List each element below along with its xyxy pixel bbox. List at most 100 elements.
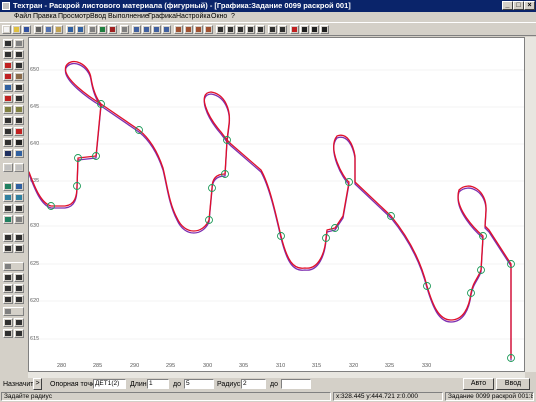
nest-auto-icon[interactable]: [14, 193, 24, 202]
open-file-icon[interactable]: [12, 25, 21, 34]
pen-icon[interactable]: [3, 138, 13, 147]
text-icon[interactable]: [14, 138, 24, 147]
tool-icon[interactable]: [14, 182, 24, 191]
save-file-icon[interactable]: [22, 25, 31, 34]
undo-left-icon[interactable]: [3, 163, 13, 172]
spray-icon[interactable]: [3, 127, 13, 136]
lead-in-icon[interactable]: [14, 204, 24, 213]
redo-icon[interactable]: [76, 25, 85, 34]
length-field[interactable]: 1: [147, 379, 169, 389]
paste-icon[interactable]: [54, 25, 63, 34]
assign-arrow-button[interactable]: >: [33, 378, 42, 390]
length-to-field[interactable]: 5: [184, 379, 214, 389]
contour-icon[interactable]: [3, 94, 13, 103]
mirror-icon[interactable]: [320, 25, 329, 34]
gear-icon[interactable]: [3, 182, 13, 191]
move-icon[interactable]: [300, 25, 309, 34]
slope-icon[interactable]: [14, 244, 24, 253]
circle-icon[interactable]: [3, 61, 13, 70]
angle-dropdown[interactable]: [3, 307, 24, 316]
cut-icon[interactable]: [34, 25, 43, 34]
curve-icon[interactable]: [14, 116, 24, 125]
point-tool-icon[interactable]: [256, 25, 265, 34]
menu-settings[interactable]: Настройка: [176, 12, 210, 22]
rotate-ccw-icon[interactable]: [3, 318, 13, 327]
points-icon[interactable]: [14, 39, 24, 48]
arc-icon[interactable]: [14, 83, 24, 92]
line-icon[interactable]: [3, 50, 13, 59]
undo-icon[interactable]: [66, 25, 75, 34]
view-3d-icon[interactable]: [174, 25, 183, 34]
path-order-icon[interactable]: [3, 215, 13, 224]
step-forward-icon[interactable]: [14, 295, 24, 304]
compensation-icon[interactable]: [3, 233, 13, 242]
print-icon[interactable]: [88, 25, 97, 34]
ref-point-field[interactable]: ДЕТ1(2): [93, 379, 126, 389]
polyline-icon[interactable]: [14, 50, 24, 59]
menu-window[interactable]: Окно: [211, 12, 227, 22]
view-side-icon[interactable]: [204, 25, 213, 34]
rotate-cw-icon[interactable]: [14, 318, 24, 327]
menu-file[interactable]: Файл: [14, 12, 31, 22]
grid-icon[interactable]: [120, 25, 129, 34]
step-back-icon[interactable]: [3, 295, 13, 304]
rectangle-icon[interactable]: [3, 72, 13, 81]
radius-to-field[interactable]: [281, 379, 311, 389]
drawing-canvas[interactable]: 650 645 640 635 630 625 620 615 280 285 …: [28, 37, 525, 372]
radius-field[interactable]: 2: [241, 379, 266, 389]
contour-tool-icon[interactable]: [246, 25, 255, 34]
auto-button[interactable]: Авто: [463, 378, 494, 390]
run-icon[interactable]: [98, 25, 107, 34]
stop-icon[interactable]: [108, 25, 117, 34]
zoom-window-icon[interactable]: [152, 25, 161, 34]
select-icon[interactable]: [278, 25, 287, 34]
minimize-button[interactable]: _: [502, 1, 513, 10]
enter-button[interactable]: Ввод: [496, 378, 530, 390]
flip-h-icon[interactable]: [3, 329, 13, 338]
circle-tool-icon[interactable]: [236, 25, 245, 34]
nest-icon[interactable]: [3, 193, 13, 202]
zoom-in-icon[interactable]: [132, 25, 141, 34]
close-button[interactable]: ×: [524, 1, 535, 10]
view-top-icon[interactable]: [184, 25, 193, 34]
table-icon[interactable]: [3, 105, 13, 114]
cut-path-icon[interactable]: [290, 25, 299, 34]
menu-graphics[interactable]: Графика: [148, 12, 176, 22]
menu-edit[interactable]: Правка: [33, 12, 57, 22]
edit-icon[interactable]: [3, 116, 13, 125]
sheet-icon[interactable]: [3, 83, 13, 92]
measure-icon[interactable]: [268, 25, 277, 34]
zoom-all-icon[interactable]: [162, 25, 171, 34]
new-file-icon[interactable]: [2, 25, 11, 34]
menu-input[interactable]: Ввод: [90, 12, 106, 22]
menu-view[interactable]: Просмотр: [58, 12, 90, 22]
path-view-icon[interactable]: [14, 215, 24, 224]
menu-help[interactable]: ?: [231, 12, 235, 22]
redo-left-icon[interactable]: [14, 163, 24, 172]
rotate-icon[interactable]: [310, 25, 319, 34]
loop-icon[interactable]: [14, 233, 24, 242]
diagonal-icon[interactable]: [14, 149, 24, 158]
vertical-scrollbar[interactable]: [525, 37, 536, 372]
pierce-icon[interactable]: [3, 204, 13, 213]
list-icon[interactable]: [14, 105, 24, 114]
flip-v-icon[interactable]: [14, 329, 24, 338]
fire-icon[interactable]: [14, 127, 24, 136]
hatch-icon[interactable]: [14, 61, 24, 70]
arrow-up-icon[interactable]: [3, 284, 13, 293]
copy-icon[interactable]: [44, 25, 53, 34]
select-dropdown[interactable]: [3, 262, 24, 271]
line-tool-icon[interactable]: [216, 25, 225, 34]
dimension-icon[interactable]: [3, 149, 13, 158]
arrow-right-icon[interactable]: [14, 273, 24, 282]
menu-run[interactable]: Выполнение: [108, 12, 149, 22]
arrow-down-icon[interactable]: [14, 284, 24, 293]
view-front-icon[interactable]: [194, 25, 203, 34]
maximize-button[interactable]: □: [513, 1, 524, 10]
offset-icon[interactable]: [14, 94, 24, 103]
corner-icon[interactable]: [3, 244, 13, 253]
zoom-out-icon[interactable]: [142, 25, 151, 34]
point-icon[interactable]: [3, 39, 13, 48]
arrow-left-icon[interactable]: [3, 273, 13, 282]
arc-tool-icon[interactable]: [226, 25, 235, 34]
